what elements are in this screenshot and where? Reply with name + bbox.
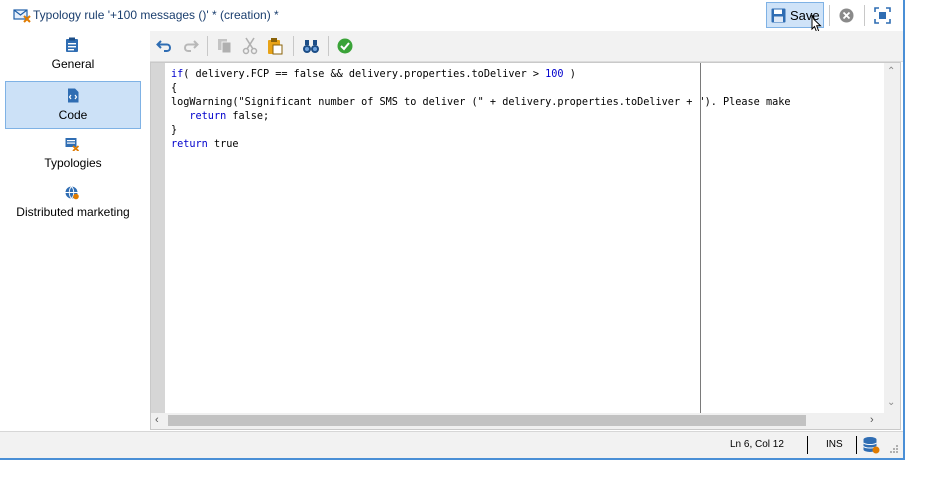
clipboard-icon [66,37,78,52]
sidebar: General Code Typologies Distributed mark… [0,31,146,430]
toolbar-separator [293,36,294,56]
window-title: Typology rule '+100 messages ()' * (crea… [33,8,279,22]
cut-icon[interactable] [241,37,259,55]
code-line[interactable]: return false; [171,110,882,124]
database-icon [863,437,880,454]
code-line[interactable]: } [171,124,882,138]
sidebar-item-label: General [51,57,95,71]
status-separator [807,436,808,454]
code-token: false; [226,111,270,122]
code-number: 100 [545,69,564,80]
undo-icon[interactable] [156,37,174,55]
resize-grip-icon[interactable] [889,444,899,454]
floppy-disk-icon [771,8,786,23]
scroll-down-icon[interactable]: ⌄ [887,397,895,408]
code-token: { [171,83,178,94]
find-icon[interactable] [302,37,320,55]
cursor-position: Ln 6, Col 12 [730,439,784,450]
code-token: logWarning("Significant number of SMS to… [171,97,791,108]
print-margin-line [700,63,701,415]
editor-gutter [151,63,165,415]
title-separator [829,5,830,26]
horizontal-scroll-thumb[interactable] [168,415,806,426]
sidebar-item-label: Code [58,108,88,122]
sidebar-item-distributed-marketing[interactable]: Distributed marketing [5,179,141,227]
insert-mode: INS [826,439,843,450]
scroll-left-icon[interactable]: ‹ [155,414,159,426]
paste-icon[interactable] [266,37,284,55]
code-token: ) [563,69,576,80]
check-syntax-icon[interactable] [336,37,354,55]
distributed-marketing-icon [65,186,79,200]
code-file-icon [68,88,79,103]
title-bar: Typology rule '+100 messages ()' * (crea… [0,0,903,34]
code-line[interactable]: { [171,82,882,96]
code-keyword: return [189,111,227,122]
sidebar-item-typologies[interactable]: Typologies [5,130,141,178]
title-separator [864,5,865,26]
toolbar-separator [207,36,208,56]
maximize-icon[interactable] [874,7,891,24]
rule-editor-window: Typology rule '+100 messages ()' * (crea… [0,0,905,460]
scroll-up-icon[interactable]: ⌃ [887,66,895,77]
code-line[interactable]: if( delivery.FCP == false && delivery.pr… [171,68,882,82]
close-icon[interactable] [838,7,855,24]
status-bar: Ln 6, Col 12 INS [0,431,903,458]
sidebar-item-label: Typologies [44,156,102,170]
status-separator [856,436,857,454]
code-line[interactable]: return true [171,138,882,152]
code-line[interactable]: logWarning("Significant number of SMS to… [171,96,882,110]
scroll-right-icon[interactable]: › [870,414,874,426]
code-token: true [207,139,239,150]
editor-toolbar [150,31,903,62]
horizontal-scrollbar[interactable]: ‹ › [151,413,900,429]
redo-icon[interactable] [181,37,199,55]
sidebar-item-general[interactable]: General [5,31,141,79]
code-token: } [171,125,178,136]
code-keyword: if [171,69,184,80]
toolbar-separator [328,36,329,56]
vertical-scrollbar[interactable]: ⌃ ⌄ [884,63,900,415]
code-editor[interactable]: if( delivery.FCP == false && delivery.pr… [150,62,901,430]
typologies-icon [65,138,79,151]
typology-rule-icon [13,9,31,23]
copy-icon[interactable] [216,37,234,55]
code-keyword: return [171,139,208,150]
code-token: ( delivery.FCP == false && delivery.prop… [183,69,546,80]
code-text[interactable]: if( delivery.FCP == false && delivery.pr… [171,68,882,413]
sidebar-item-label: Distributed marketing [16,205,130,219]
sidebar-item-code[interactable]: Code [5,81,141,129]
